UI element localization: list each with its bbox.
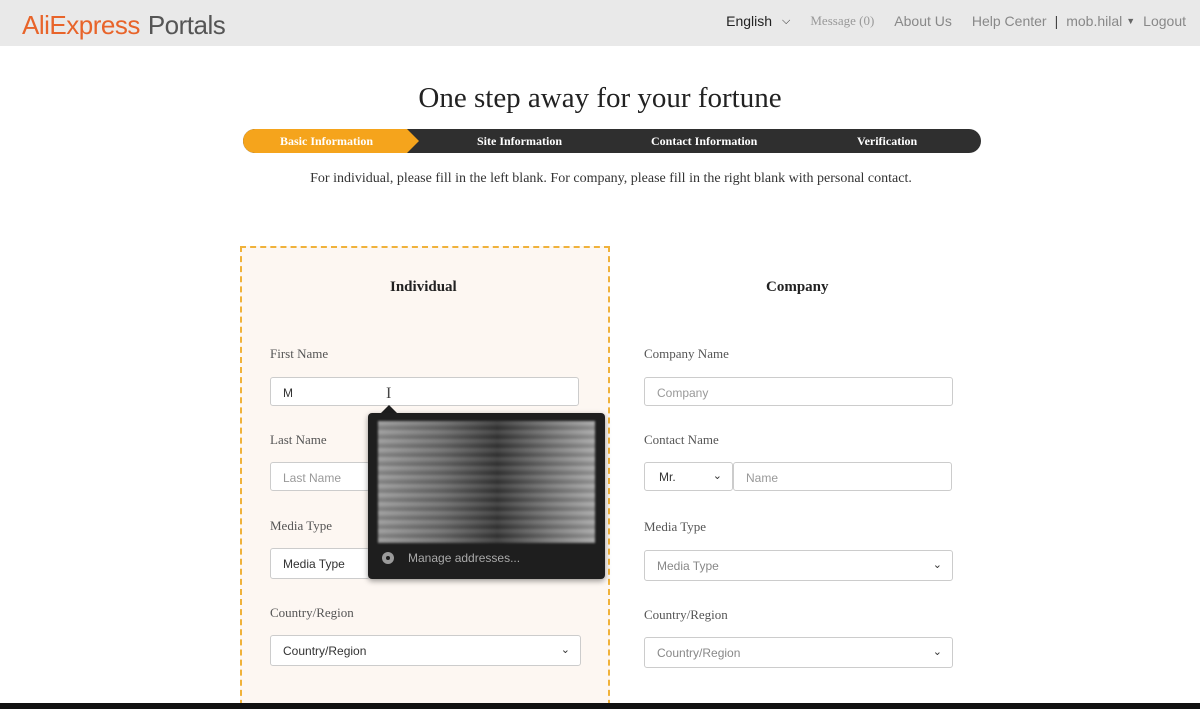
logo-brand: AliExpress [22, 10, 140, 40]
salutation-select[interactable]: Mr. ⌄ [644, 462, 733, 491]
individual-country-value: Country/Region [283, 644, 367, 658]
individual-media-type-select[interactable]: Media Type [270, 548, 370, 579]
company-title: Company [766, 279, 829, 295]
individual-country-label: Country/Region [270, 605, 354, 620]
individual-media-type-value: Media Type [283, 557, 345, 571]
step-basic-information: Basic Information [280, 134, 373, 148]
individual-country-select[interactable]: Country/Region ⌄ [270, 635, 581, 666]
company-media-type-value: Media Type [657, 559, 719, 573]
individual-media-type-label: Media Type [270, 518, 333, 533]
bottom-edge [0, 703, 1200, 709]
user-menu[interactable]: mob.hilal ▼ [1066, 13, 1135, 29]
settings-icon [382, 552, 394, 564]
progress-steps: Basic Information Site Information Conta… [243, 129, 981, 153]
language-selector[interactable]: English ⌵ [726, 13, 790, 29]
step-arrow [407, 129, 419, 153]
step-site-information: Site Information [477, 134, 562, 148]
chevron-down-icon: ⌄ [712, 470, 722, 482]
step-verification: Verification [857, 134, 918, 148]
company-media-type-select[interactable]: Media Type ⌄ [644, 550, 953, 581]
logo[interactable]: AliExpress Portals [22, 10, 226, 41]
user-name: mob.hilal [1066, 13, 1123, 29]
company-country-value: Country/Region [657, 646, 741, 660]
company-country-select[interactable]: Country/Region ⌄ [644, 637, 953, 668]
top-nav: English ⌵ Message (0) About Us Help Cent… [706, 13, 1186, 29]
step-contact-information: Contact Information [651, 134, 758, 148]
page-title: One step away for your fortune [418, 82, 782, 114]
instruction-text: For individual, please fill in the left … [310, 171, 912, 186]
first-name-label: First Name [270, 346, 329, 361]
company-country-label: Country/Region [644, 607, 728, 622]
chevron-down-icon: ⌄ [560, 644, 570, 656]
contact-name-input[interactable]: Name [733, 462, 952, 491]
company-name-input[interactable]: Company [644, 377, 953, 406]
language-label: English [726, 13, 773, 29]
company-name-label: Company Name [644, 346, 729, 361]
manage-addresses-label: Manage addresses... [408, 551, 521, 565]
first-name-input[interactable]: M [270, 377, 579, 406]
salutation-value: Mr. [659, 470, 676, 484]
message-link[interactable]: Message (0) [810, 13, 874, 29]
company-media-type-label: Media Type [644, 519, 707, 534]
individual-title: Individual [390, 279, 457, 295]
autofill-suggestions-redacted[interactable] [378, 421, 595, 543]
help-center-link[interactable]: Help Center [972, 13, 1047, 29]
contact-name-label: Contact Name [644, 432, 719, 447]
chevron-down-icon: ⌵ [782, 14, 791, 27]
manage-addresses-item[interactable]: Manage addresses... [382, 551, 520, 565]
about-link[interactable]: About Us [894, 13, 952, 29]
chevron-down-icon: ⌄ [932, 559, 942, 571]
caret-down-icon: ▼ [1126, 16, 1136, 26]
nav-separator: | [1054, 13, 1059, 29]
chevron-down-icon: ⌄ [932, 646, 942, 658]
last-name-input[interactable]: Last Name [270, 462, 370, 491]
text-cursor-icon: I [386, 385, 392, 402]
logout-link[interactable]: Logout [1143, 13, 1186, 29]
top-bar: AliExpress Portals English ⌵ Message (0) … [0, 0, 1200, 46]
last-name-label: Last Name [270, 432, 327, 447]
logo-product: Portals [147, 10, 226, 40]
